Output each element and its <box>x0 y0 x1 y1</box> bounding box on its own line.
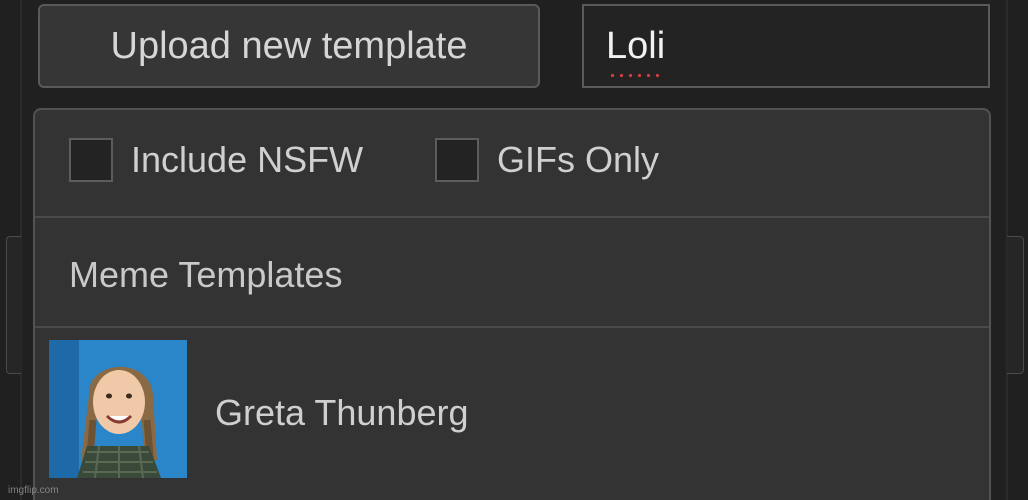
search-input[interactable]: Loli <box>582 4 990 88</box>
gifs-only-option[interactable]: GIFs Only <box>435 138 659 182</box>
right-side-tab <box>1007 236 1024 374</box>
upload-template-button[interactable]: Upload new template <box>38 4 540 88</box>
spellcheck-underline <box>608 72 666 78</box>
search-value: Loli <box>606 24 666 67</box>
list-header: Meme Templates <box>69 254 343 295</box>
search-value-wrap: Loli <box>606 24 666 78</box>
gifs-only-label: GIFs Only <box>497 139 660 180</box>
person-portrait-image <box>49 340 187 478</box>
list-item[interactable]: Greta Thunberg <box>35 328 989 500</box>
include-nsfw-checkbox[interactable] <box>69 138 113 182</box>
list-header-row: Meme Templates <box>35 218 989 328</box>
include-nsfw-label: Include NSFW <box>131 139 364 180</box>
filters-row: Include NSFW GIFs Only <box>35 110 989 218</box>
template-thumbnail <box>49 340 187 478</box>
gifs-only-checkbox[interactable] <box>435 138 479 182</box>
left-side-tab <box>6 236 21 374</box>
template-picker-screen: Upload new template Loli Include NSFW GI… <box>0 0 1028 500</box>
templates-panel: Include NSFW GIFs Only Meme Templates Gr… <box>33 108 991 500</box>
template-title: Greta Thunberg <box>215 392 469 433</box>
upload-template-label: Upload new template <box>110 24 468 67</box>
include-nsfw-option[interactable]: Include NSFW <box>69 138 363 182</box>
site-watermark: imgflip.com <box>8 485 59 496</box>
